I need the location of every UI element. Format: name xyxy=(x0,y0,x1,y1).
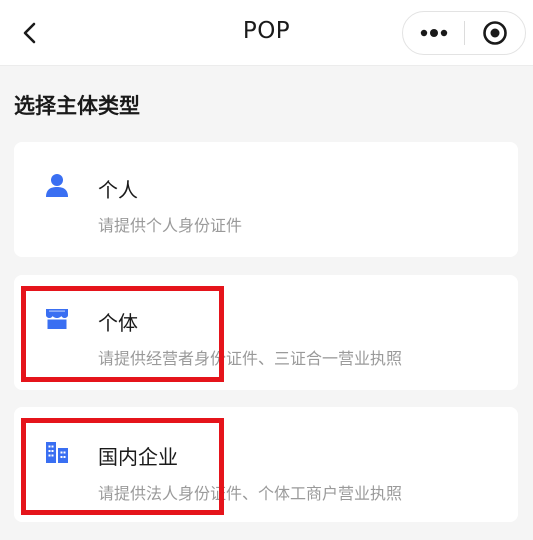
option-title: 个人 xyxy=(98,178,138,202)
navigation-bar: POP xyxy=(0,0,533,66)
mini-program-capsule xyxy=(402,11,526,55)
close-mini-program-button[interactable] xyxy=(465,12,525,54)
person-icon xyxy=(42,170,72,200)
highlight-box xyxy=(21,286,224,382)
option-subtitle: 请提供个人身份证件 xyxy=(98,216,243,235)
option-card-individual[interactable]: 个人 请提供个人身份证件 xyxy=(14,142,518,257)
section-title: 选择主体类型 xyxy=(14,94,140,118)
more-button[interactable] xyxy=(403,12,464,54)
more-dots-icon xyxy=(420,29,447,37)
highlight-box xyxy=(21,418,224,515)
target-close-icon xyxy=(483,21,507,45)
